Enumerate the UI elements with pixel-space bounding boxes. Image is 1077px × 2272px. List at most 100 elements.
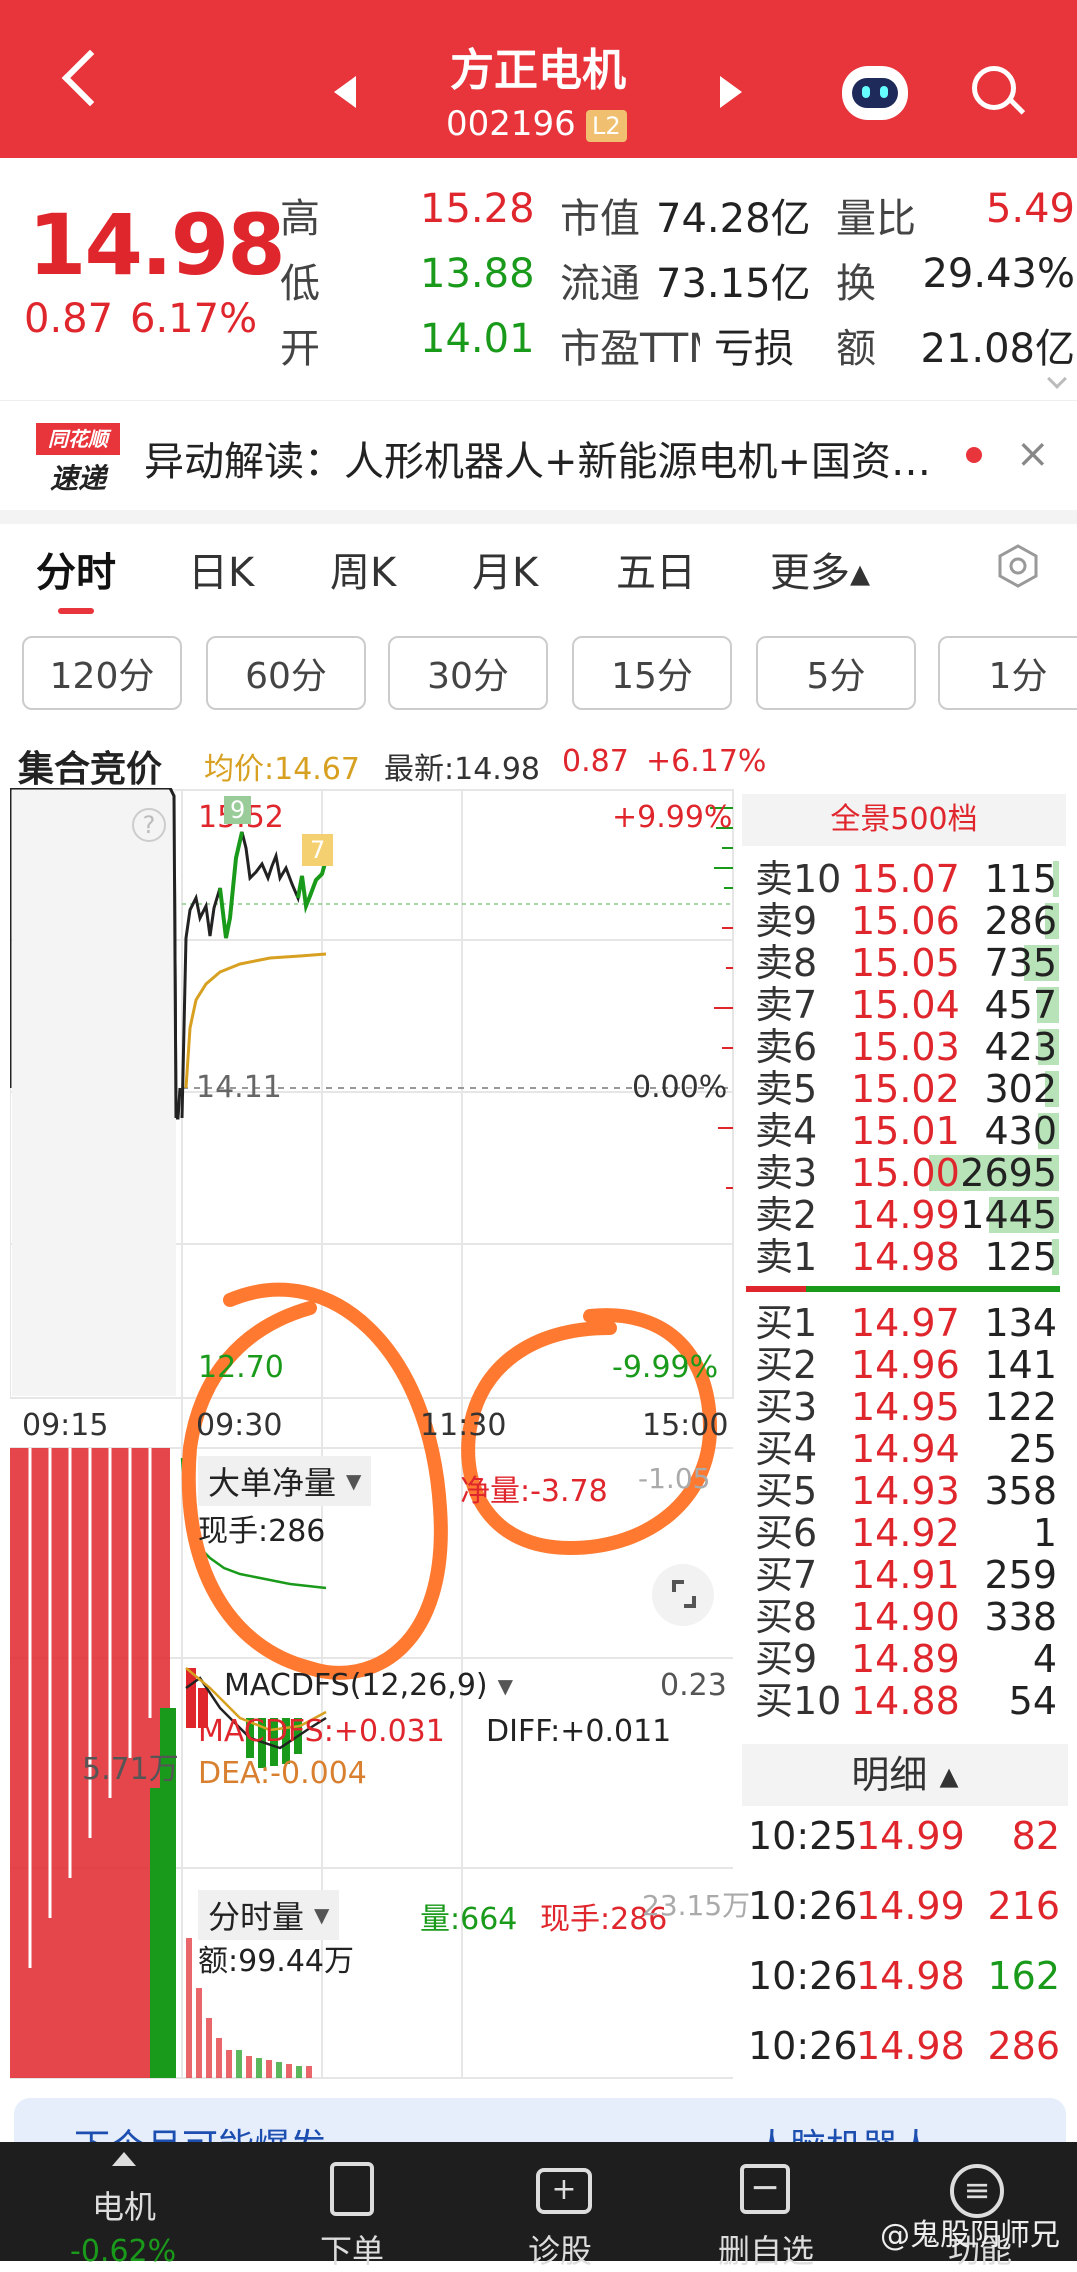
ask-row[interactable]: 卖6 15.03 423 — [755, 1026, 1075, 1068]
chevron-down-icon: ▼ — [314, 1903, 330, 1927]
nav-remove-watchlist[interactable]: − 删自选 — [712, 2142, 862, 2270]
latest-price: 最新:14.98 — [384, 752, 540, 787]
fullscreen-icon[interactable] — [652, 1564, 714, 1626]
bid-label: 买5 — [755, 1469, 818, 1513]
bid-row[interactable]: 买5 14.93 358 — [755, 1470, 1075, 1512]
news-text[interactable]: 异动解读：人形机器人+新能源电机+国资… — [144, 429, 931, 487]
big-order-current: 现手:286 — [198, 1514, 326, 1549]
bid-label: 买8 — [755, 1595, 818, 1639]
period-120m[interactable]: 120分 — [22, 636, 182, 710]
bid-row[interactable]: 买6 14.92 1 — [755, 1512, 1075, 1554]
bid-price: 14.93 — [851, 1469, 960, 1513]
macd-left-value: 5.71万 — [82, 1752, 179, 1787]
bid-row[interactable]: 买2 14.96 141 — [755, 1344, 1075, 1386]
ask-price: 15.06 — [851, 899, 960, 943]
bid-volume: 25 — [1008, 1427, 1057, 1471]
bid-volume: 4 — [1032, 1637, 1057, 1681]
period-60m[interactable]: 60分 — [206, 636, 366, 710]
ask-row[interactable]: 卖7 15.04 457 — [755, 984, 1075, 1026]
ask-volume: 423 — [984, 1025, 1057, 1069]
bid-volume: 358 — [984, 1469, 1057, 1513]
ask-row[interactable]: 卖8 15.05 735 — [755, 942, 1075, 984]
ask-row[interactable]: 卖3 15.00 2695 — [755, 1152, 1075, 1194]
chart-mid-price: 14.11 — [196, 1070, 282, 1105]
latest-marker-badge: 7 — [302, 834, 334, 866]
volume-selector[interactable]: 分时量 ▼ — [198, 1890, 340, 1940]
ask-row[interactable]: 卖4 15.01 430 — [755, 1110, 1075, 1152]
prev-stock-icon[interactable] — [334, 76, 356, 108]
tab-active-indicator — [58, 608, 94, 614]
bottom-nav: 电机 -0.62% 下单 + 诊股 − 删自选 ≡ 功能 @鬼股阴师兄 — [0, 2142, 1077, 2270]
settings-hexagon-icon[interactable] — [996, 544, 1040, 588]
macd-diff: DIFF:+0.011 — [486, 1714, 672, 1749]
ask-row[interactable]: 卖1 14.98 125 — [755, 1236, 1075, 1278]
ask-volume: 302 — [984, 1067, 1057, 1111]
news-bar[interactable]: 同花顺 速递 异动解读：人形机器人+新能源电机+国资… × — [0, 400, 1077, 510]
close-icon[interactable]: × — [1016, 431, 1050, 477]
ask-price: 15.07 — [851, 857, 960, 901]
volume-amount: 额:99.44万 — [198, 1944, 354, 1979]
ask-volume: 457 — [984, 983, 1057, 1027]
ask-label: 卖10 — [755, 857, 842, 901]
tab-daily-k[interactable]: 日K — [188, 540, 254, 598]
macd-dea: DEA:-0.004 — [198, 1756, 367, 1791]
trade-volume: 216 — [987, 1884, 1060, 1928]
next-stock-icon[interactable] — [720, 76, 742, 108]
macd-selector[interactable]: MACDFS(12,26,9) ▼ — [224, 1668, 513, 1703]
price-change-pct: 6.17% — [130, 296, 258, 342]
period-30m[interactable]: 30分 — [388, 636, 548, 710]
bid-row[interactable]: 买4 14.94 25 — [755, 1428, 1075, 1470]
bid-price: 14.97 — [851, 1301, 960, 1345]
tab-weekly-k[interactable]: 周K — [330, 540, 396, 598]
bid-row[interactable]: 买8 14.90 338 — [755, 1596, 1075, 1638]
ask-volume: 735 — [984, 941, 1057, 985]
trade-volume: 162 — [987, 1954, 1060, 1998]
ask-volume: 2695 — [960, 1151, 1057, 1195]
bid-volume: 338 — [984, 1595, 1057, 1639]
bid-row[interactable]: 买1 14.97 134 — [755, 1302, 1075, 1344]
bid-row[interactable]: 买10 14.88 54 — [755, 1680, 1075, 1722]
bid-price: 14.89 — [851, 1637, 960, 1681]
tab-more[interactable]: 更多▴ — [770, 540, 870, 598]
ask-label: 卖4 — [755, 1109, 818, 1153]
bid-row[interactable]: 买7 14.91 259 — [755, 1554, 1075, 1596]
bid-row[interactable]: 买9 14.89 4 — [755, 1638, 1075, 1680]
tab-intraday[interactable]: 分时 — [36, 540, 116, 598]
ask-volume: 125 — [984, 1235, 1057, 1279]
bid-volume: 1 — [1032, 1511, 1057, 1555]
nav-order[interactable]: 下单 — [300, 2142, 420, 2270]
back-icon[interactable] — [61, 49, 119, 107]
orderbook-title[interactable]: 全景500档 — [742, 794, 1066, 846]
nav-diagnose[interactable]: + 诊股 — [510, 2142, 630, 2270]
ask-row[interactable]: 卖10 15.07 115 — [755, 858, 1075, 900]
period-15m[interactable]: 15分 — [572, 636, 732, 710]
intraday-chart[interactable] — [8, 786, 735, 2080]
bid-price: 14.94 — [851, 1427, 960, 1471]
high-marker-badge: 9 — [224, 796, 252, 824]
ask-price: 15.00 — [851, 1151, 960, 1195]
nav-sector[interactable]: 电机 -0.62% — [0, 2142, 215, 2269]
bid-label: 买9 — [755, 1637, 818, 1681]
trade-detail-row: 10:26 14.98 286 — [748, 2024, 1060, 2074]
bid-row[interactable]: 买3 14.95 122 — [755, 1386, 1075, 1428]
period-1m[interactable]: 1分 — [938, 636, 1077, 710]
time-0930: 09:30 — [196, 1408, 283, 1443]
time-1500: 15:00 — [642, 1408, 729, 1443]
divider — [0, 510, 1077, 524]
auction-label: 集合竞价 — [18, 749, 163, 790]
ask-row[interactable]: 卖5 15.02 302 — [755, 1068, 1075, 1110]
trade-time: 10:25 — [748, 1814, 858, 1858]
help-icon[interactable]: ? — [132, 808, 166, 842]
robot-assistant-icon[interactable] — [842, 66, 908, 120]
ask-row[interactable]: 卖2 14.99 1445 — [755, 1194, 1075, 1236]
tab-monthly-k[interactable]: 月K — [472, 540, 538, 598]
ask-label: 卖1 — [755, 1235, 818, 1279]
bid-label: 买1 — [755, 1301, 818, 1345]
tab-five-day[interactable]: 五日 — [616, 540, 696, 598]
detail-header[interactable]: 明细 ▴ — [742, 1744, 1068, 1806]
search-icon[interactable] — [972, 66, 1026, 118]
period-5m[interactable]: 5分 — [756, 636, 916, 710]
ask-label: 卖7 — [755, 983, 818, 1027]
ask-row[interactable]: 卖9 15.06 286 — [755, 900, 1075, 942]
big-order-selector[interactable]: 大单净量 ▼ — [198, 1456, 372, 1506]
